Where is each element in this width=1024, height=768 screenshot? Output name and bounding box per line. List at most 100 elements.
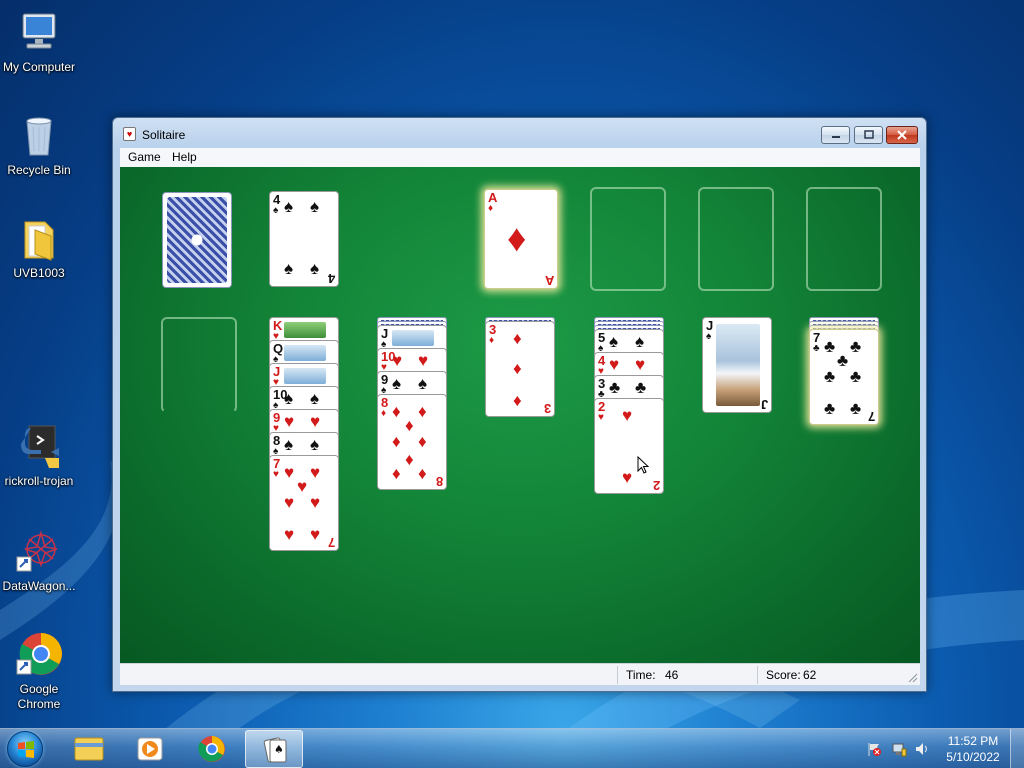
status-bar: Time: 46 Score: 62 bbox=[120, 663, 920, 685]
windows-logo-icon bbox=[18, 741, 34, 758]
computer-icon bbox=[15, 8, 63, 56]
media-player-icon bbox=[137, 737, 163, 761]
chrome-icon bbox=[198, 736, 225, 762]
menu-bar: Game Help bbox=[120, 148, 920, 167]
tableau-card[interactable]: 7 ♣ 7 ♣ ♣ ♣ ♣ ♣ ♣ ♣ bbox=[809, 329, 879, 425]
show-desktop-button[interactable] bbox=[1010, 729, 1024, 768]
tableau-card[interactable]: 7 ♥ 7 ♥ ♥ ♥ ♥ ♥ ♥ ♥ bbox=[269, 455, 339, 551]
card-pip: ♦ bbox=[513, 329, 522, 348]
network-icon[interactable] bbox=[891, 741, 907, 757]
time-value: 46 bbox=[665, 668, 679, 682]
desktop-icon-label: rickroll-trojan bbox=[4, 474, 74, 488]
resize-grip-icon[interactable] bbox=[908, 673, 918, 683]
card-pip: ♥ bbox=[297, 477, 308, 496]
card-pip: ♦ bbox=[405, 416, 414, 435]
card-pip: ♥ bbox=[284, 493, 295, 512]
card-pip: ♣ bbox=[635, 378, 647, 397]
clock-date[interactable]: 5/10/2022 bbox=[938, 750, 1008, 764]
solitaire-icon: ♠ bbox=[263, 737, 287, 763]
menu-help[interactable]: Help bbox=[172, 150, 197, 164]
minimize-button[interactable] bbox=[821, 126, 850, 144]
card-suit: ♥ bbox=[598, 412, 604, 423]
face-card-art bbox=[284, 322, 326, 338]
tableau-column-1[interactable] bbox=[161, 317, 237, 413]
card-pip: ♠ bbox=[310, 197, 320, 216]
desktop-icon-recycle-bin[interactable]: Recycle Bin bbox=[0, 111, 79, 178]
maximize-button[interactable] bbox=[854, 126, 883, 144]
explorer-icon bbox=[74, 737, 104, 761]
card-pip: ♠ bbox=[310, 435, 320, 454]
card-suit: ♠ bbox=[273, 205, 279, 216]
menu-game[interactable]: Game bbox=[128, 150, 161, 164]
card-pip: ♣ bbox=[850, 399, 862, 418]
chrome-icon bbox=[15, 630, 63, 678]
title-bar[interactable]: ♥ Solitaire bbox=[113, 118, 926, 148]
taskbar-explorer[interactable] bbox=[60, 730, 118, 768]
foundation-1[interactable]: A ♦ A ♦ bbox=[484, 189, 558, 289]
maximize-icon bbox=[855, 127, 882, 143]
taskbar-solitaire[interactable]: ♠ bbox=[245, 730, 303, 768]
time-label: Time: bbox=[626, 668, 656, 682]
card-pip: ♦ bbox=[418, 432, 427, 451]
taskbar: ♠ 11:52 PM 5/10/2022 bbox=[0, 728, 1024, 768]
card-pip: ♣ bbox=[824, 337, 836, 356]
desktop-icon-label: Google Chrome bbox=[17, 682, 61, 711]
desktop-icon-my-computer[interactable]: My Computer bbox=[0, 8, 79, 75]
card-pip: ♦ bbox=[513, 391, 522, 410]
card-pip: ♦ bbox=[507, 218, 527, 260]
card-pip: ♠ bbox=[418, 374, 428, 393]
face-card-art bbox=[284, 368, 326, 384]
waste-pile-card[interactable]: 4 ♠ 4 ♠ ♠ ♠ ♠ bbox=[269, 191, 339, 287]
card-suit: ♦ bbox=[489, 335, 495, 346]
card-pip: ♦ bbox=[405, 450, 414, 469]
tableau-card[interactable]: 8 ♦ 8 ♦ ♦ ♦ ♦ ♦ ♦ ♦ ♦ bbox=[377, 394, 447, 490]
action-center-flag-icon[interactable] bbox=[866, 741, 882, 757]
taskbar-chrome[interactable] bbox=[183, 730, 241, 768]
card-rank-bottom: 3 bbox=[543, 401, 551, 416]
start-button[interactable] bbox=[7, 731, 43, 767]
card-pip: ♣ bbox=[824, 399, 836, 418]
card-pip: ♠ bbox=[284, 389, 294, 408]
datawagon-icon bbox=[15, 527, 63, 575]
card-pip: ♠ bbox=[310, 389, 320, 408]
card-pip: ♠ bbox=[284, 259, 294, 278]
foundation-3[interactable] bbox=[698, 187, 774, 291]
card-pip: ♥ bbox=[609, 355, 620, 374]
card-pip: ♦ bbox=[418, 464, 427, 483]
card-pip: ♠ bbox=[392, 374, 402, 393]
card-pip: ♥ bbox=[284, 412, 295, 431]
solitaire-window: ♥ Solitaire Game Help 4 ♠ 4 ♠ ♠ ♠ ♠ A ♦ A ♦ K ♥ Q ♠ J… bbox=[112, 117, 927, 692]
desktop-icon-google-chrome[interactable]: Google Chrome bbox=[0, 630, 79, 712]
card-rank-bottom: A bbox=[544, 273, 554, 288]
desktop-icon-rickroll-trojan[interactable]: rickroll-trojan bbox=[0, 422, 79, 489]
foundation-4[interactable] bbox=[806, 187, 882, 291]
solitaire-app-icon: ♥ bbox=[123, 127, 136, 141]
card-pip: ♦ bbox=[513, 359, 522, 378]
tableau-card[interactable]: J ♠ J bbox=[702, 317, 772, 413]
card-pip: ♠ bbox=[284, 197, 294, 216]
clock-time[interactable]: 11:52 PM bbox=[938, 734, 1008, 748]
svg-text:♠: ♠ bbox=[274, 743, 284, 756]
card-rank-bottom: 7 bbox=[327, 535, 335, 550]
desktop-icon-label: DataWagon... bbox=[2, 579, 76, 593]
desktop-icon-uvb1003[interactable]: UVB1003 bbox=[0, 214, 79, 281]
card-rank-bottom: 8 bbox=[435, 474, 443, 489]
card-suit: ♣ bbox=[813, 343, 820, 354]
foundation-2[interactable] bbox=[590, 187, 666, 291]
card-pip: ♦ bbox=[392, 402, 401, 421]
stock-pile[interactable] bbox=[162, 192, 232, 288]
tableau-card[interactable]: 2 ♥ 2 ♥ ♥ bbox=[594, 398, 664, 494]
close-button[interactable] bbox=[886, 126, 918, 144]
game-table[interactable]: 4 ♠ 4 ♠ ♠ ♠ ♠ A ♦ A ♦ K ♥ Q ♠ J ♥ 10 ♠ ♠ ♠ 9 ♥ ♥ ♥ 8 ♠ ♠ ♠ 7 ♥ 7 ♥ ♥ ♥ ♥ ♥… bbox=[120, 167, 920, 663]
card-suit: ♦ bbox=[488, 203, 494, 214]
card-pip: ♥ bbox=[310, 463, 321, 482]
tableau-card[interactable]: 3 ♦ 3 ♦ ♦ ♦ bbox=[485, 321, 555, 417]
card-pip: ♥ bbox=[310, 412, 321, 431]
taskbar-media-player[interactable] bbox=[121, 730, 179, 768]
card-rank-bottom: 2 bbox=[652, 478, 660, 493]
volume-icon[interactable] bbox=[914, 741, 930, 757]
card-pip: ♦ bbox=[418, 402, 427, 421]
card-pip: ♣ bbox=[850, 337, 862, 356]
python-icon bbox=[15, 422, 63, 470]
desktop-icon-datawagon[interactable]: DataWagon... bbox=[0, 527, 79, 594]
